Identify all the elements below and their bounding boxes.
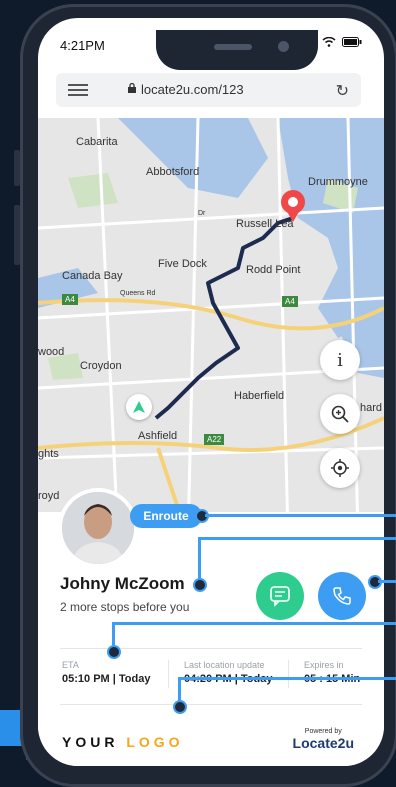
logo-text-accent: LOGO [126, 734, 184, 750]
route-badge: A4 [62, 294, 78, 305]
info-icon: i [337, 349, 343, 371]
expires-label: Expires in [304, 660, 344, 670]
destination-pin-icon[interactable] [278, 188, 308, 224]
expires-block: Expires in 05 : 15 Min [304, 660, 360, 685]
route-badge: A4 [282, 296, 298, 307]
map-label: Ashfield [138, 430, 178, 442]
info-button[interactable]: i [320, 340, 360, 380]
last-update-label: Last location update [184, 660, 265, 670]
phone-side-button [14, 150, 20, 186]
your-logo: YOUR LOGO [62, 734, 184, 750]
map-label: Dr [198, 210, 206, 217]
stops-remaining: 2 more stops before you [60, 600, 190, 614]
menu-icon[interactable] [68, 84, 88, 96]
divider [60, 704, 362, 705]
powered-by-label: Powered by [304, 728, 342, 735]
map-label: royd [38, 490, 60, 502]
divider [288, 660, 289, 688]
target-icon [331, 459, 349, 477]
status-time: 4:21PM [60, 38, 105, 53]
map-label: ghts [38, 448, 59, 460]
callout-line [112, 622, 396, 625]
eta-block: ETA 05:10 PM | Today [62, 660, 150, 685]
last-update-block: Last location update 04:20 PM | Today [184, 660, 272, 685]
url-text[interactable]: locate2u.com/123 [141, 82, 244, 97]
reload-icon[interactable]: ↻ [336, 81, 349, 101]
phone-side-button [14, 205, 20, 265]
wifi-icon [322, 37, 336, 47]
browser-address-bar[interactable]: locate2u.com/123 ↻ [56, 73, 361, 107]
powered-by: Powered by Locate2u [293, 728, 354, 751]
notch [156, 30, 318, 70]
phone-icon [333, 587, 351, 605]
eta-label: ETA [62, 660, 79, 670]
logo-text-primary: YOUR [62, 734, 119, 750]
status-badge: Enroute [130, 504, 202, 528]
lock-icon [128, 83, 136, 93]
map-label: Five Dock [158, 258, 207, 270]
map-label: Rodd Point [246, 264, 301, 276]
map-view[interactable]: Cabarita Abbotsford Drummoyne Russell Le… [38, 118, 384, 538]
battery-icon [342, 37, 362, 47]
driver-location-icon[interactable] [126, 394, 152, 420]
driver-name: Johny McZoom [60, 574, 185, 593]
callout-dot [173, 700, 187, 714]
map-label: Haberfield [234, 390, 285, 402]
divider [60, 648, 362, 649]
recenter-button[interactable] [320, 448, 360, 488]
map-label: Croydon [80, 360, 122, 372]
chat-icon [270, 586, 290, 607]
driver-card: Enroute Johny McZoom 2 more stops before… [38, 488, 384, 766]
eta-value: 05:10 PM | Today [62, 673, 151, 685]
callout-dot [107, 645, 121, 659]
map-label: hard [360, 402, 383, 414]
map-label: Cabarita [76, 136, 118, 148]
message-button[interactable] [256, 572, 304, 620]
zoom-in-button[interactable] [320, 394, 360, 434]
callout-line [198, 537, 201, 581]
callout-line [205, 514, 396, 517]
callout-dot [193, 578, 207, 592]
callout-line [198, 537, 396, 540]
call-button[interactable] [318, 572, 366, 620]
driver-avatar [58, 488, 138, 568]
map-label: Abbotsford [146, 166, 200, 178]
zoom-in-icon [331, 405, 349, 423]
map-label: Queens Rd [120, 290, 156, 297]
map-label: Drummoyne [308, 176, 368, 188]
brand-logo[interactable]: Locate2u [293, 735, 354, 751]
phone-screen: 4:21PM locate2u.com/123 ↻ Cabarita Abbot… [38, 18, 384, 766]
divider [168, 660, 169, 688]
map-label: Canada Bay [62, 270, 123, 282]
map-label: wood [38, 346, 65, 358]
callout-line [178, 677, 396, 680]
callout-line [378, 580, 396, 583]
route-badge: A22 [204, 434, 225, 445]
